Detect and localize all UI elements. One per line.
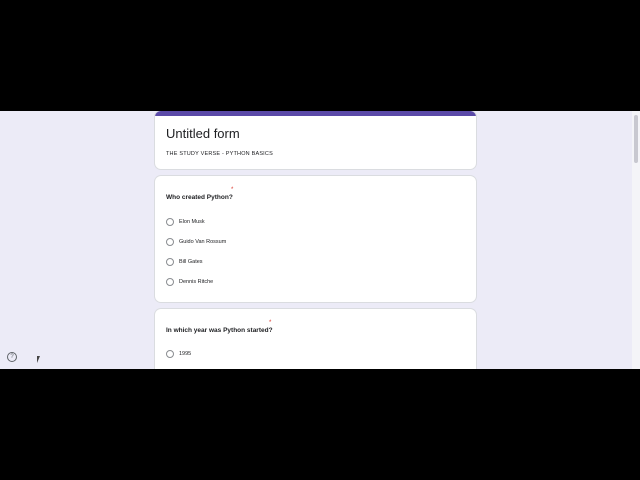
- form-header-card: Untitled form THE STUDY VERSE - PYTHON B…: [155, 111, 476, 169]
- radio-button[interactable]: [166, 258, 174, 266]
- option-label: Elon Musk: [179, 219, 205, 225]
- form-title: Untitled form: [166, 126, 240, 141]
- radio-option-dennis-ritche[interactable]: Dennis Ritche: [166, 277, 213, 287]
- question-text: Who created Python?: [166, 194, 233, 201]
- form-accent-bar: [155, 111, 476, 116]
- help-icon[interactable]: ?: [7, 352, 17, 362]
- radio-option-1995[interactable]: 1995: [166, 349, 191, 359]
- radio-option-bill-gates[interactable]: Bill Gates: [166, 257, 203, 267]
- mouse-cursor-icon: [37, 356, 40, 363]
- required-asterisk: *: [231, 187, 234, 193]
- scrollbar[interactable]: [632, 111, 640, 369]
- scrollbar-thumb[interactable]: [634, 115, 638, 163]
- radio-option-guido-van-rossum[interactable]: Guido Van Rossum: [166, 237, 226, 247]
- required-asterisk: *: [269, 320, 272, 326]
- option-label: Dennis Ritche: [179, 279, 214, 285]
- radio-button[interactable]: [166, 278, 174, 286]
- question-text: In which year was Python started?: [166, 327, 273, 334]
- form-viewport: Untitled form THE STUDY VERSE - PYTHON B…: [0, 111, 640, 369]
- radio-button[interactable]: [166, 350, 174, 358]
- radio-option-elon-musk[interactable]: Elon Musk: [166, 217, 205, 227]
- radio-button[interactable]: [166, 238, 174, 246]
- option-label: 1995: [179, 351, 192, 357]
- question-card-1: Who created Python? * Elon Musk Guido Va…: [155, 176, 476, 302]
- form-description: THE STUDY VERSE - PYTHON BASICS: [166, 151, 273, 157]
- radio-button[interactable]: [166, 218, 174, 226]
- question-card-2: In which year was Python started? * 1995: [155, 309, 476, 369]
- option-label: Guido Van Rossum: [179, 239, 227, 245]
- option-label: Bill Gates: [179, 259, 203, 265]
